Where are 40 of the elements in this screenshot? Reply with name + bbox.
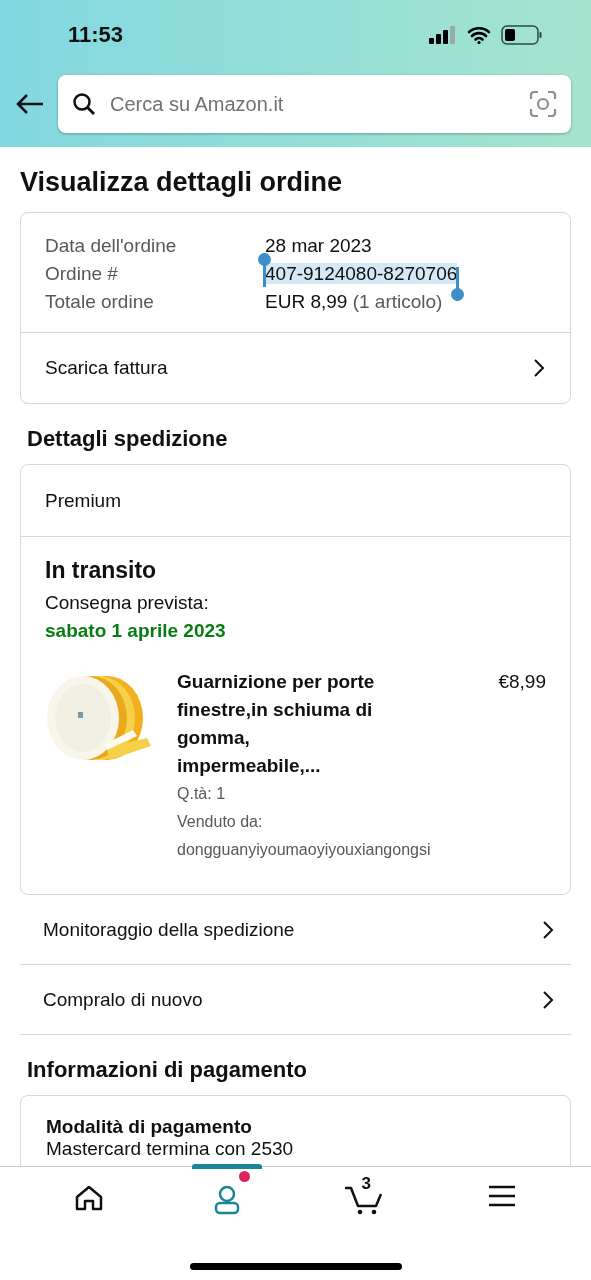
- search-icon: [72, 92, 96, 116]
- shipping-service: Premium: [45, 489, 121, 512]
- home-icon: [74, 1185, 103, 1211]
- battery-icon: [501, 25, 543, 45]
- wifi-icon: [467, 26, 491, 44]
- back-arrow-icon[interactable]: [16, 93, 44, 115]
- camera-scan-icon[interactable]: [529, 90, 557, 118]
- payment-method-label: Modalità di pagamento: [46, 1116, 253, 1138]
- quantity: Q.tà: 1: [177, 784, 227, 804]
- section-heading: Dettagli spedizione: [27, 426, 229, 452]
- shipment-status: In transito: [45, 557, 158, 584]
- action-row[interactable]: Compralo di nuovo: [20, 965, 571, 1035]
- chevron-right-icon: [541, 988, 555, 1011]
- person-icon: [213, 1185, 240, 1215]
- search-bar[interactable]: Cerca su Amazon.it: [58, 75, 571, 133]
- page-title: Visualizza dettagli ordine: [20, 167, 344, 198]
- field-label: Ordine #: [45, 262, 119, 286]
- action-row[interactable]: Monitoraggio della spedizione: [20, 895, 571, 965]
- field-value: 28 mar 2023: [265, 235, 372, 256]
- signal-icon: [429, 26, 457, 44]
- chevron-right-icon: [541, 918, 555, 941]
- chevron-right-icon: [532, 357, 546, 379]
- product-price: €8,99: [498, 670, 546, 694]
- clock-time: 11:53: [68, 22, 124, 48]
- nav-tab[interactable]: 3: [329, 1164, 400, 1230]
- field-label: Totale ordine: [45, 290, 155, 314]
- cart-count: 3: [361, 1174, 371, 1194]
- seller-label: Venduto da:: [177, 812, 264, 832]
- section-heading: Informazioni di pagamento: [27, 1057, 308, 1083]
- menu-icon: [488, 1185, 517, 1207]
- delivery-date: sabato 1 aprile 2023: [45, 620, 227, 642]
- product-title[interactable]: Guarnizione per porte finestre,in schiuma di gomma, impermeabile,...: [177, 668, 392, 780]
- field-value: EUR 8,99: [265, 291, 348, 312]
- field-label: Data dell'ordine: [45, 234, 178, 258]
- item-count: (1 articolo): [352, 291, 443, 312]
- search-input[interactable]: Cerca su Amazon.it: [108, 91, 517, 117]
- payment-method: Mastercard termina con 2530: [46, 1138, 295, 1160]
- delivery-label: Consegna prevista:: [45, 592, 210, 614]
- invoice-link[interactable]: Scarica fattura: [21, 332, 570, 403]
- seller-name: dongguanyiyoumaoyiyouxiangongsi: [177, 840, 432, 860]
